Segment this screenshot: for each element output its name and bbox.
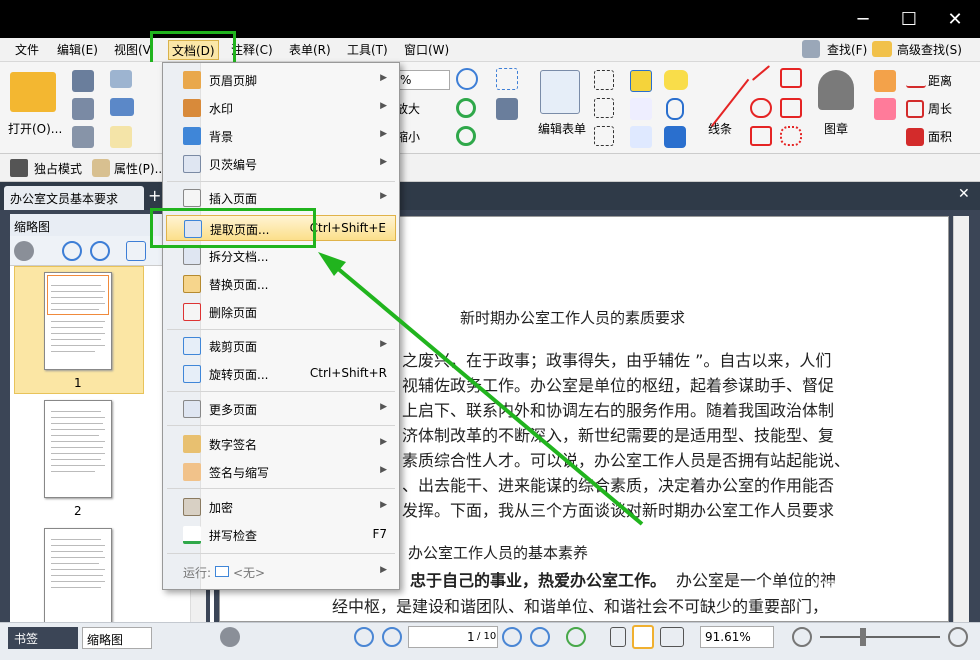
annotation-arrow-line: [328, 260, 644, 526]
annotation-arrow-svg: [318, 252, 644, 526]
